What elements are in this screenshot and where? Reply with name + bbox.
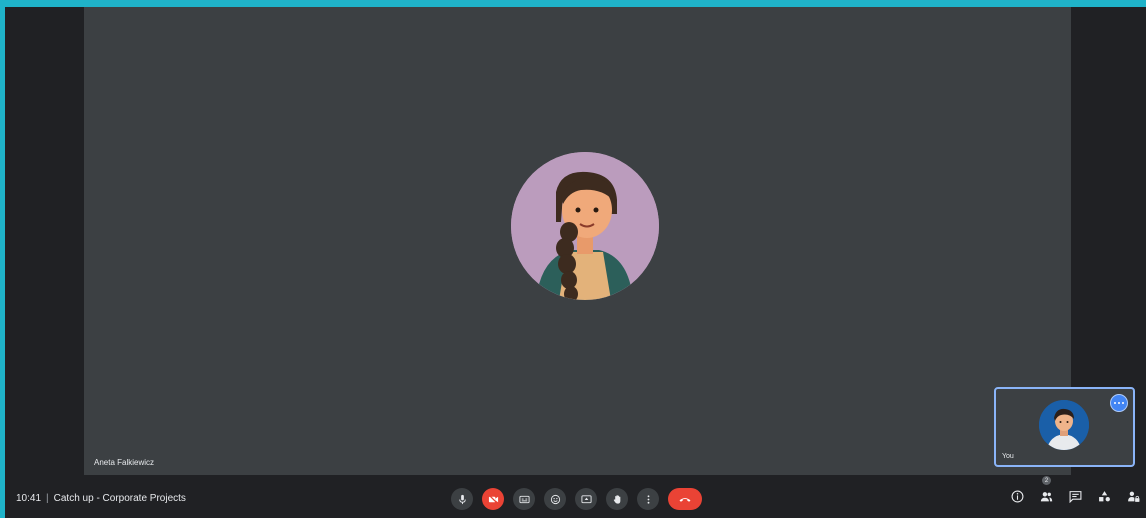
self-avatar <box>1039 400 1089 450</box>
meeting-title: Catch up - Corporate Projects <box>53 493 186 504</box>
activities-icon <box>1098 490 1110 501</box>
emoji-button[interactable] <box>544 488 566 510</box>
info-icon <box>1011 490 1023 502</box>
meeting-time: 10:41 <box>16 493 42 504</box>
people-icon <box>1040 491 1052 501</box>
self-name: You <box>1002 453 1014 460</box>
meeting-info: 10:41 | Catch up - Corporate Projects <box>16 493 186 504</box>
call-end-icon <box>679 497 691 502</box>
raise-hand-button[interactable] <box>606 488 628 510</box>
chat-icon <box>1069 490 1081 503</box>
participant-name: Aneta Falkiewicz <box>94 458 155 467</box>
mic-icon <box>458 494 466 504</box>
meeting-details-button[interactable] <box>1009 488 1025 504</box>
participant-avatar <box>511 152 659 300</box>
emoji-icon <box>550 494 560 504</box>
present-screen-icon <box>580 494 592 503</box>
side-panel-buttons: 2 <box>1009 476 1141 504</box>
captions-button[interactable] <box>513 488 535 510</box>
more-options-button[interactable] <box>637 488 659 510</box>
present-button[interactable] <box>575 488 597 510</box>
chat-button[interactable] <box>1067 488 1083 504</box>
lock-person-icon <box>1127 491 1139 502</box>
man-avatar-icon <box>1039 400 1089 450</box>
meeting-separator: | <box>46 493 49 504</box>
microphone-button[interactable] <box>451 488 473 510</box>
camera-button[interactable] <box>482 488 504 510</box>
activities-button[interactable] <box>1096 488 1112 504</box>
closed-captions-icon <box>518 495 530 503</box>
call-controls <box>451 488 702 510</box>
bottom-control-bar: 10:41 | Catch up - Corporate Projects 2 <box>5 476 1146 518</box>
people-button[interactable]: 2 <box>1038 476 1054 504</box>
leave-call-button[interactable] <box>668 488 702 510</box>
videocam-off-icon <box>487 493 499 505</box>
meet-window: Aneta Falkiewicz You 10:41 | Catch up - Co… <box>5 7 1146 518</box>
self-view-tile[interactable]: You <box>994 387 1135 467</box>
people-count-badge: 2 <box>1042 476 1051 485</box>
more-horiz-icon[interactable] <box>1110 394 1128 412</box>
woman-avatar-icon <box>511 152 659 300</box>
host-controls-button[interactable] <box>1125 488 1141 504</box>
more-vert-icon <box>647 494 649 504</box>
hand-icon <box>613 494 620 504</box>
main-participant-tile[interactable]: Aneta Falkiewicz <box>84 7 1071 475</box>
